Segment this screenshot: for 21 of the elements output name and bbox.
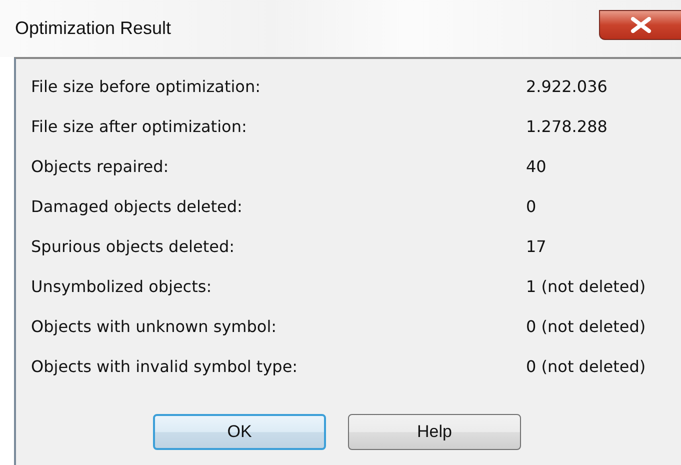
field-label: File size before optimization: <box>31 76 262 98</box>
field-value: 40 <box>526 156 548 178</box>
field-value: 1.278.288 <box>526 116 608 138</box>
field-label: Objects with invalid symbol type: <box>31 356 299 378</box>
field-value: 0 (not deleted) <box>526 316 647 338</box>
field-value: 1 (not deleted) <box>526 276 647 298</box>
field-label: Unsymbolized objects: <box>31 276 213 298</box>
field-value: 2.922.036 <box>526 76 608 98</box>
field-label: Spurious objects deleted: <box>31 236 236 258</box>
field-label: Damaged objects deleted: <box>31 196 244 218</box>
field-value: 17 <box>526 236 548 258</box>
help-button[interactable]: Help <box>348 414 521 450</box>
field-value: 0 (not deleted) <box>526 356 647 378</box>
close-button[interactable] <box>599 10 681 40</box>
window-title: Optimization Result <box>15 18 172 39</box>
close-icon <box>630 17 652 33</box>
field-label: File size after optimization: <box>31 116 248 138</box>
field-label: Objects with unknown symbol: <box>31 316 278 338</box>
field-label: Objects repaired: <box>31 156 170 178</box>
field-value: 0 <box>526 196 538 218</box>
ok-button[interactable]: OK <box>153 414 326 450</box>
